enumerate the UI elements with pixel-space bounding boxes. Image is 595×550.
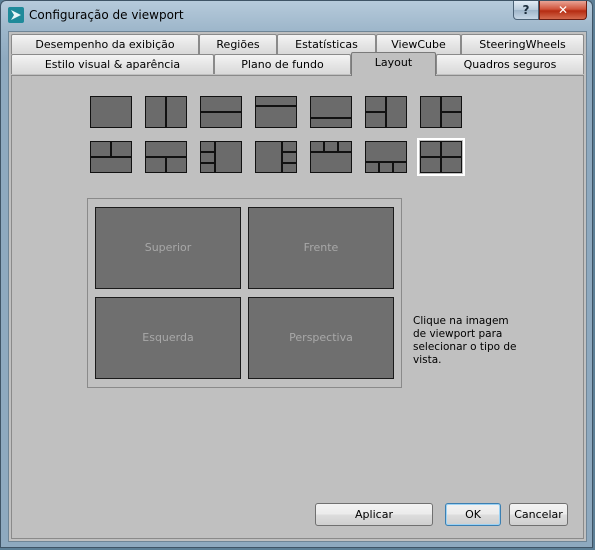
layout-option-small-top-large-bottom[interactable] [254, 95, 298, 129]
dialog-window: Configuração de viewport ? ✕ Desempenho … [0, 0, 593, 548]
layout-cell [282, 152, 297, 163]
layout-cell [441, 96, 462, 112]
ok-button[interactable]: OK [445, 503, 501, 526]
viewport-front[interactable]: Frente [248, 207, 394, 289]
layout-option-one-top-three-bottom[interactable] [364, 140, 408, 174]
layout-option-two-left-one-right[interactable] [364, 95, 408, 129]
tab-quadros-seguros[interactable]: Quadros seguros [436, 54, 584, 74]
layout-cell [282, 163, 297, 173]
tab-plano-de-fundo[interactable]: Plano de fundo [214, 54, 351, 74]
layout-panel: Superior Frente Esquerda Perspectiva Cli… [11, 75, 584, 539]
layout-option-two-vertical[interactable] [144, 95, 188, 129]
layout-option-three-left-one-right[interactable] [199, 140, 243, 174]
layout-cell [200, 96, 242, 112]
layout-option-single[interactable] [89, 95, 133, 129]
title-bar[interactable]: Configuração de viewport ? ✕ [1, 1, 594, 31]
layout-cell [282, 141, 297, 152]
layout-cell [365, 162, 379, 173]
cancel-button[interactable]: Cancelar [509, 503, 568, 526]
layout-cell [365, 112, 386, 128]
layout-cell [338, 141, 352, 152]
layout-cell [111, 141, 132, 157]
layout-option-three-top-one-bottom[interactable] [309, 140, 353, 174]
tab-regioes[interactable]: Regiões [199, 34, 277, 54]
tab-viewcube[interactable]: ViewCube [376, 34, 461, 54]
layout-cell [386, 96, 407, 128]
close-icon: ✕ [557, 3, 569, 17]
layout-cell [200, 141, 215, 152]
viewport-perspective[interactable]: Perspectiva [248, 297, 394, 379]
layout-cell [324, 141, 338, 152]
viewport-top[interactable]: Superior [95, 207, 241, 289]
layout-option-one-left-three-right[interactable] [254, 140, 298, 174]
layout-cell [255, 96, 297, 106]
tab-steeringwheels[interactable]: SteeringWheels [461, 34, 584, 54]
layout-option-large-top-small-bottom[interactable] [309, 95, 353, 129]
layout-cell [145, 96, 166, 128]
layout-cell [310, 141, 324, 152]
layout-option-two-top-one-bottom[interactable] [89, 140, 133, 174]
layout-cell [441, 141, 462, 157]
layout-cell [90, 157, 132, 173]
layout-cell [310, 118, 352, 128]
layout-option-four-grid[interactable] [417, 138, 465, 176]
tab-layout[interactable]: Layout [351, 52, 436, 76]
layout-cell [166, 96, 187, 128]
layout-option-one-left-two-right[interactable] [419, 95, 463, 129]
viewport-left[interactable]: Esquerda [95, 297, 241, 379]
layout-option-one-top-two-bottom[interactable] [144, 140, 188, 174]
layout-cell [441, 112, 462, 128]
layout-cell [255, 141, 282, 173]
layout-cell [365, 141, 407, 162]
window-title: Configuração de viewport [29, 8, 184, 22]
layout-cell [310, 96, 352, 118]
layout-cell [420, 141, 441, 157]
instruction-text: Clique na imagem de viewport para seleci… [413, 315, 517, 366]
layout-cell [145, 141, 187, 157]
app-logo-icon [8, 7, 24, 23]
tab-estilo-visual[interactable]: Estilo visual & aparência [11, 54, 214, 74]
tab-desempenho-exibicao[interactable]: Desempenho da exibição [11, 34, 199, 54]
layout-cell [420, 96, 441, 128]
layout-cell [215, 141, 242, 173]
layout-cell [379, 162, 393, 173]
tab-estatisticas[interactable]: Estatísticas [277, 34, 376, 54]
apply-button[interactable]: Aplicar [315, 503, 433, 526]
layout-cell [255, 106, 297, 128]
layout-cell [90, 141, 111, 157]
layout-cell [200, 163, 215, 173]
layout-cell [166, 157, 187, 173]
layout-cell [145, 157, 166, 173]
layout-cell [420, 157, 441, 173]
dialog-body: Desempenho da exibição Regiões Estatísti… [8, 31, 587, 542]
close-button[interactable]: ✕ [539, 1, 587, 20]
layout-cell [365, 96, 386, 112]
layout-cell [393, 162, 407, 173]
layout-cell [441, 157, 462, 173]
layout-cell [310, 152, 352, 173]
help-button[interactable]: ? [513, 1, 539, 20]
layout-cell [90, 96, 132, 128]
layout-cell [200, 112, 242, 128]
layout-cell [200, 152, 215, 163]
layout-option-two-horizontal[interactable] [199, 95, 243, 129]
viewport-layout-preview: Superior Frente Esquerda Perspectiva [87, 198, 402, 388]
